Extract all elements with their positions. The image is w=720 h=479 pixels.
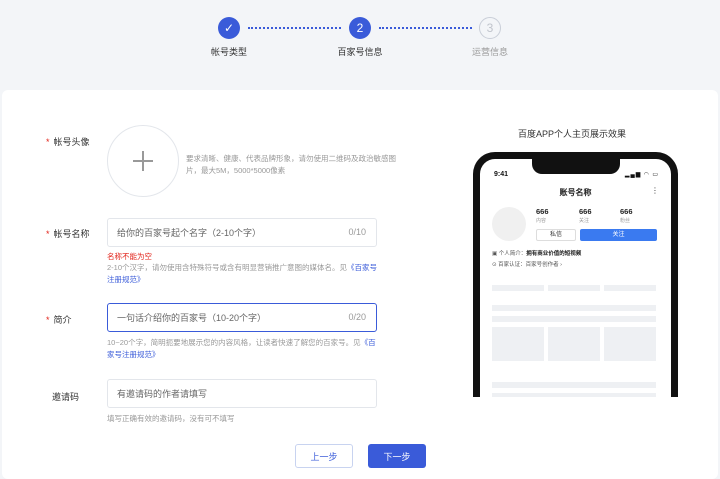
name-input[interactable]	[108, 219, 328, 246]
form-card: * 帐号头像 要求清晰、健康、代表品牌形象，请勿使用二维码及政治敏感图片，最大5M…	[2, 90, 718, 479]
info-icon: ▣	[492, 251, 498, 257]
name-field[interactable]: 0/10	[107, 218, 377, 247]
follow-button: 关注	[580, 229, 657, 241]
account-name: 账号名称	[559, 188, 592, 197]
step-label: 百家号信息	[337, 47, 383, 57]
placeholder-bar	[492, 285, 544, 291]
step-operation-info: 3 运营信息	[445, 17, 535, 58]
verified-icon: ⊙	[492, 262, 497, 268]
stat-fans: 666 粉丝	[620, 207, 633, 224]
step-account-type: ✓ 帐号类型	[184, 17, 274, 58]
name-hint: 2-10个汉字，请勿使用含特殊符号或含有明显营销推广意图的媒体名。见《百家号注册…	[107, 263, 378, 284]
message-button: 私信	[536, 229, 576, 241]
invite-field[interactable]	[107, 379, 377, 408]
avatar-upload-button[interactable]	[107, 125, 179, 197]
signal-wifi-battery-icon: ▂▄▆ ◠ ▭	[624, 172, 659, 178]
stat-content: 666 内容	[536, 207, 549, 224]
placeholder-bar	[492, 393, 656, 397]
step-baijiahao-info: 2 百家号信息	[315, 17, 405, 58]
step-number: 2	[349, 17, 371, 39]
placeholder-bar	[492, 316, 656, 322]
avatar	[492, 207, 526, 241]
placeholder-bar	[492, 305, 656, 311]
name-char-count: 0/10	[348, 227, 366, 237]
check-icon: ✓	[218, 17, 240, 39]
stat-following: 666 关注	[579, 207, 592, 224]
intro-input[interactable]	[108, 304, 328, 331]
plus-icon	[133, 151, 153, 171]
previous-step-button[interactable]: 上一步	[295, 444, 353, 468]
phone-preview: 9:41 ▂▄▆ ◠ ▭ 账号名称 ⋮ 666 内容 666 关注 666 粉丝…	[473, 152, 678, 397]
step-label: 帐号类型	[210, 47, 247, 57]
name-label: * 帐号名称	[46, 229, 90, 239]
invite-input[interactable]	[108, 380, 328, 407]
intro-label: * 简介	[46, 315, 72, 325]
invite-hint: 填写正确有效的邀请码，没有可不填写	[107, 414, 235, 423]
placeholder-bar	[492, 382, 656, 388]
avatar-label: * 帐号头像	[46, 137, 90, 147]
more-icon: ⋮	[651, 186, 659, 195]
preview-title: 百度APP个人主页展示效果	[517, 129, 626, 139]
step-number: 3	[479, 17, 501, 39]
intro-line: ▣ 个人简介：拥有商业价值的短视频	[492, 251, 582, 257]
intro-char-count: 0/20	[348, 312, 366, 322]
avatar-hint: 要求清晰、健康、代表品牌形象，请勿使用二维码及政治敏感图片，最大5M，5000*…	[186, 154, 396, 175]
stepper: ✓ 帐号类型 2 百家号信息 3 运营信息	[0, 0, 720, 90]
placeholder-block	[604, 327, 656, 361]
placeholder-bar	[548, 285, 600, 291]
cert-line: ⊙ 百家认证：百家号创作者 ›	[492, 262, 563, 268]
status-bar: 9:41 ▂▄▆ ◠ ▭	[494, 171, 659, 178]
placeholder-bar	[604, 285, 656, 291]
step-label: 运营信息	[471, 47, 508, 57]
status-time: 9:41	[494, 171, 509, 178]
intro-field[interactable]: 0/20	[107, 303, 377, 332]
next-step-button[interactable]: 下一步	[368, 444, 426, 468]
intro-hint: 10~20个字，简明扼要地展示您的内容风格，让读者快速了解您的百家号。见《百家号…	[107, 338, 376, 359]
placeholder-block	[548, 327, 600, 361]
name-error: 名称不能为空	[107, 252, 152, 261]
invite-label: 邀请码	[52, 392, 80, 402]
placeholder-block	[492, 327, 544, 361]
